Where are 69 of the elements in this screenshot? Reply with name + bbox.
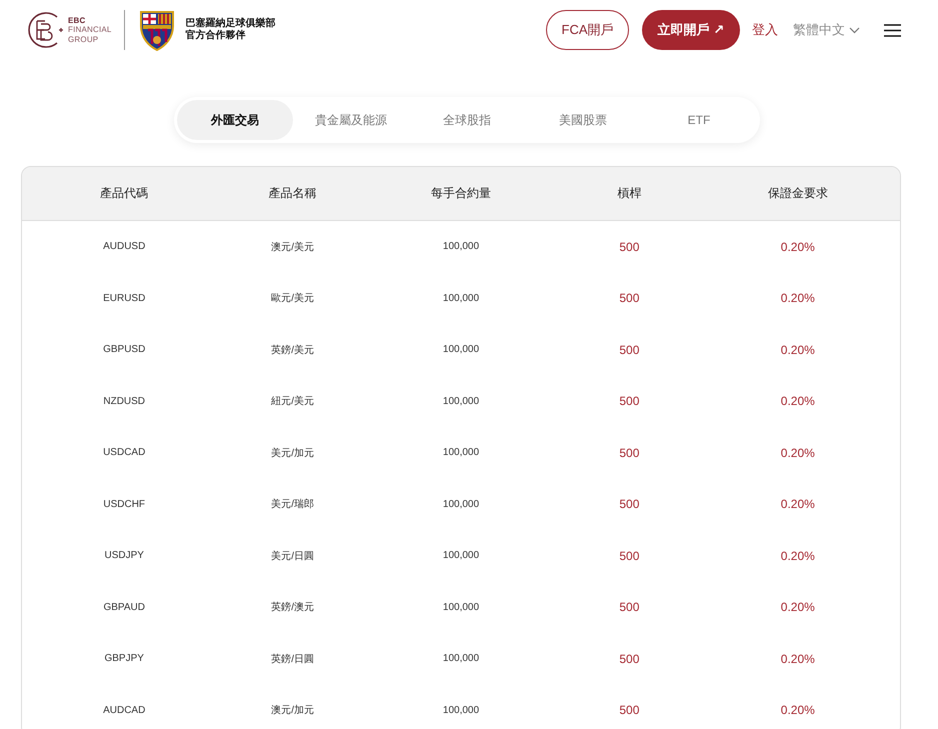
tab[interactable]: 全球股指 xyxy=(409,100,525,140)
table-cell-text: AUDCAD xyxy=(102,704,146,716)
table-cell-text: 500 xyxy=(618,497,640,512)
table-cell-text: 100,000 xyxy=(442,241,480,252)
table-cell-text: 100,000 xyxy=(442,653,480,664)
table-cell-text: 0.20% xyxy=(780,497,816,512)
partner-text: 巴塞羅納足球俱樂部 官方合作夥伴 xyxy=(186,18,276,42)
tab[interactable]: ETF xyxy=(641,100,757,140)
table-cell-text: 500 xyxy=(618,291,640,306)
table-cell-text: 0.20% xyxy=(780,446,816,460)
table-cell-text: 500 xyxy=(618,652,640,666)
table-cell-text: 100,000 xyxy=(442,292,480,304)
table-cell-text: 100,000 xyxy=(442,447,480,458)
table-cell-text: 500 xyxy=(618,446,640,460)
table-cell-text: 0.20% xyxy=(780,703,816,718)
login-link[interactable]: 登入 xyxy=(752,21,778,39)
table-cell-text: 100,000 xyxy=(442,550,480,562)
table-cell-text: 500 xyxy=(618,342,640,357)
table-cell-text: USDJPY xyxy=(103,550,145,562)
table-cell-text: 500 xyxy=(618,600,640,614)
table-cell-text: 100,000 xyxy=(442,396,480,407)
table-cell-text: 英鎊/澳元 xyxy=(270,600,315,614)
table-cell-text: 美元/日圓 xyxy=(270,550,315,563)
column-header: 每手合約量 xyxy=(430,185,492,202)
table-cell-text: 美元/加元 xyxy=(270,446,315,460)
table-cell-text: 澳元/加元 xyxy=(270,704,315,718)
table-cell-text: 500 xyxy=(618,394,640,408)
table-cell-text: EURUSD xyxy=(102,292,146,304)
table-cell-text: USDCAD xyxy=(102,447,146,458)
table-cell-text: 0.20% xyxy=(780,652,816,666)
table-cell-text: 0.20% xyxy=(780,342,816,357)
table-cell-text: GBPUSD xyxy=(102,344,146,356)
table-cell-text: 100,000 xyxy=(442,704,480,716)
tab[interactable]: 貴金屬及能源 xyxy=(293,100,409,140)
caret-icon xyxy=(849,26,860,34)
table-cell-text: 英鎊/日圓 xyxy=(270,652,315,666)
tab[interactable]: 美國股票 xyxy=(525,100,641,140)
column-header: 產品代碼 xyxy=(99,185,150,202)
menu-icon[interactable] xyxy=(884,24,901,36)
brand-name: EBC FINANCIAL GROUP xyxy=(68,16,112,44)
table-cell-text: 澳元/美元 xyxy=(270,240,315,254)
column-header: 產品名稱 xyxy=(268,185,318,202)
table-cell-text: 500 xyxy=(618,703,640,718)
table-cell-text: NZDUSD xyxy=(102,396,146,407)
table-cell-text: 100,000 xyxy=(442,498,480,510)
table-cell-text: 100,000 xyxy=(442,602,480,613)
open-account-button[interactable]: 立即開戶 ↗ xyxy=(642,10,740,50)
table-cell-text: 500 xyxy=(618,240,640,254)
table-cell-text: 0.20% xyxy=(780,240,816,254)
fca-account-button[interactable]: FCA開戶 xyxy=(546,10,629,50)
tab[interactable]: 外匯交易 xyxy=(177,100,293,140)
table-cell-text: GBPJPY xyxy=(103,653,145,664)
table-cell-text: 紐元/美元 xyxy=(270,394,315,408)
crest-icon xyxy=(138,9,176,51)
table-cell-text: AUDUSD xyxy=(102,241,146,252)
table-cell-text: 500 xyxy=(618,548,640,563)
table-cell-text: 100,000 xyxy=(442,344,480,356)
table-cell-text: 歐元/美元 xyxy=(270,292,315,306)
table-cell-text: 英鎊/美元 xyxy=(270,344,315,357)
table-cell-text: 美元/瑞郎 xyxy=(270,498,315,512)
table-cell-text: 0.20% xyxy=(780,394,816,408)
table-cell-text: 0.20% xyxy=(780,291,816,306)
column-header: 槓桿 xyxy=(616,185,642,202)
table-cell-text: GBPAUD xyxy=(102,602,146,613)
language-selector[interactable]: 繁體中文 xyxy=(793,21,860,39)
table-cell-text: 0.20% xyxy=(780,548,816,563)
table-cell-text: USDCHF xyxy=(102,498,146,510)
column-header: 保證金要求 xyxy=(766,185,829,202)
table-cell-text: 0.20% xyxy=(780,600,816,614)
